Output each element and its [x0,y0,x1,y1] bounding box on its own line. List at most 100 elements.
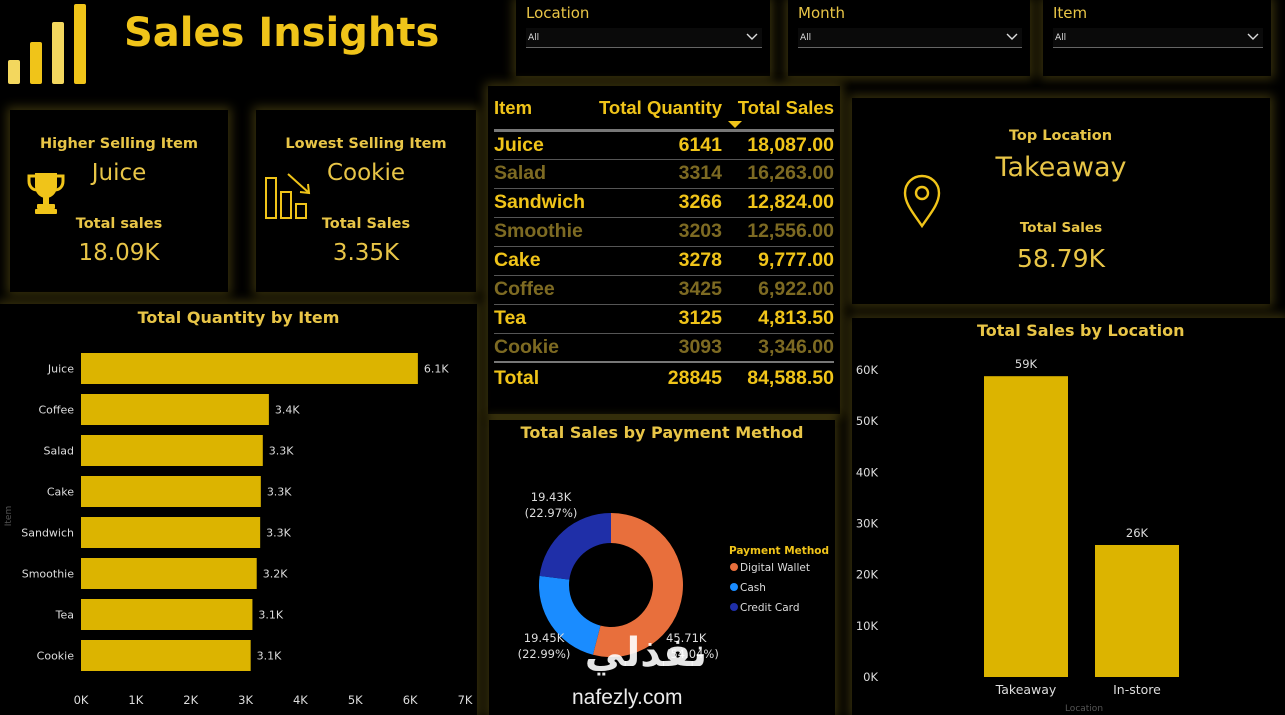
item-dropdown[interactable]: All [1053,28,1263,48]
y-tick-label: 10K [856,619,879,633]
quantity-by-item-chart-panel: Total Quantity by Item Item Juice 6.1K Coff… [0,304,477,715]
quantity-cell: 3278 [586,246,722,276]
month-slicer[interactable]: Month All [788,0,1030,76]
bar-chart-logo-icon [8,4,86,84]
kpi-card-lowest-selling: Lowest Selling Item Cookie Total Sales 3… [256,110,476,292]
y-tick-label: 0K [863,670,878,684]
table-row[interactable]: Tea 3125 4,813.50 [494,304,834,334]
table-row[interactable]: Sandwich 3266 12,824.00 [494,188,834,218]
quantity-by-item-chart: Item Juice 6.1K Coffee 3.4K Salad 3.3K Cake 3.3K… [4,353,473,707]
sort-descending-icon [728,121,742,128]
kpi-sub-label: Total Sales [1019,220,1103,236]
trophy-icon [27,173,65,214]
chevron-down-icon [746,33,758,40]
item-cell: Cake [494,246,586,276]
table-row[interactable]: Cake 3278 9,777.00 [494,246,834,276]
donut-slice [539,513,611,580]
location-dropdown-value: All [528,33,540,43]
total-label: Total [494,361,586,394]
watermark-arabic: نفذلي [584,630,708,676]
total-quantity-value: 28845 [586,361,722,394]
x-tick-label: 1K [128,693,143,707]
bar [81,353,418,384]
quantity-cell: 3314 [586,159,722,189]
data-label: 3.4K [275,404,300,417]
category-label: Juice [47,363,74,376]
item-dropdown-value: All [1055,33,1067,43]
category-label: Cookie [37,650,75,663]
table-row[interactable]: Smoothie 3203 12,556.00 [494,217,834,247]
sales-by-location-chart-panel: Total Sales by Location 0K 10K 20K 30K 40K 50… [852,318,1285,715]
item-cell: Smoothie [494,217,586,247]
total-sales-value: 84,588.50 [722,361,834,394]
sales-cell: 3,346.00 [722,333,834,363]
category-label: Takeaway [995,682,1057,697]
sales-cell: 4,813.50 [722,304,834,334]
location-slicer[interactable]: Location All [516,0,770,76]
quantity-cell: 3125 [586,304,722,334]
watermark: نفذلي nafezly.com [560,630,730,715]
sales-cell: 12,556.00 [722,217,834,247]
x-tick-label: 4K [293,693,308,707]
sales-cell: 9,777.00 [722,246,834,276]
item-cell: Coffee [494,275,586,305]
quantity-cell: 6141 [586,130,722,160]
item-cell: Cookie [494,333,586,363]
kpi-card-higher-selling: Higher Selling Item Juice Total sales 18… [10,110,228,292]
quantity-cell: 3093 [586,333,722,363]
kpi-value: 3.35K [332,240,400,266]
chevron-down-icon [1006,33,1018,40]
bar [81,517,261,548]
quantity-cell: 3203 [586,217,722,247]
y-tick-label: 60K [856,363,879,377]
slice-value-label: 19.43K [531,490,572,504]
location-dropdown[interactable]: All [526,28,762,48]
kpi-value: 58.79K [1017,244,1105,273]
chevron-down-icon [1247,33,1259,40]
item-slicer[interactable]: Item All [1043,0,1271,76]
month-dropdown-value: All [800,33,812,43]
category-label: Coffee [38,404,74,417]
x-tick-label: 3K [238,693,253,707]
table-row[interactable]: Cookie 3093 3,346.00 [494,333,834,363]
category-label: Sandwich [21,527,74,540]
legend-label: Credit Card [740,602,799,614]
location-slicer-label: Location [526,4,590,22]
x-tick-label: 6K [403,693,418,707]
category-label: Cake [47,486,74,499]
sales-cell: 12,824.00 [722,188,834,218]
bar [984,376,1068,677]
x-tick-label: 7K [458,693,473,707]
sales-by-location-chart: 0K 10K 20K 30K 40K 50K 60K 59K Takeaway 26K In-sto… [856,357,1179,714]
table-row[interactable]: Juice 6141 18,087.00 [494,130,834,160]
legend-marker [730,583,738,591]
column-header-item[interactable]: Item [494,94,586,130]
data-label: 3.1K [257,650,282,663]
month-dropdown[interactable]: All [798,28,1022,48]
x-axis-label: Location [1065,704,1103,714]
column-header-total-quantity[interactable]: Total Quantity [586,94,722,130]
kpi-sub-label: Total Sales [321,216,411,232]
legend-title: Payment Method [729,545,829,557]
y-axis-label: Item [4,506,14,527]
table-row[interactable]: Salad 3314 16,263.00 [494,159,834,189]
legend-marker [730,563,738,571]
category-label: In-store [1113,682,1161,697]
column-header-total-sales[interactable]: Total Sales [722,94,834,130]
kpi-title: Top Location [1008,128,1113,144]
x-tick-label: 2K [183,693,198,707]
table-row[interactable]: Coffee 3425 6,922.00 [494,275,834,305]
item-cell: Tea [494,304,586,334]
data-label: 3.3K [269,445,294,458]
y-tick-label: 20K [856,568,879,582]
x-tick-label: 0K [74,693,89,707]
legend-label: Digital Wallet [740,562,810,574]
bar [81,640,251,671]
data-label: 3.3K [267,486,292,499]
sales-cell: 6,922.00 [722,275,834,305]
data-label: 3.2K [263,568,288,581]
data-label: 59K [1015,357,1038,371]
legend-marker [730,603,738,611]
data-label: 6.1K [424,363,449,376]
quantity-cell: 3425 [586,275,722,305]
